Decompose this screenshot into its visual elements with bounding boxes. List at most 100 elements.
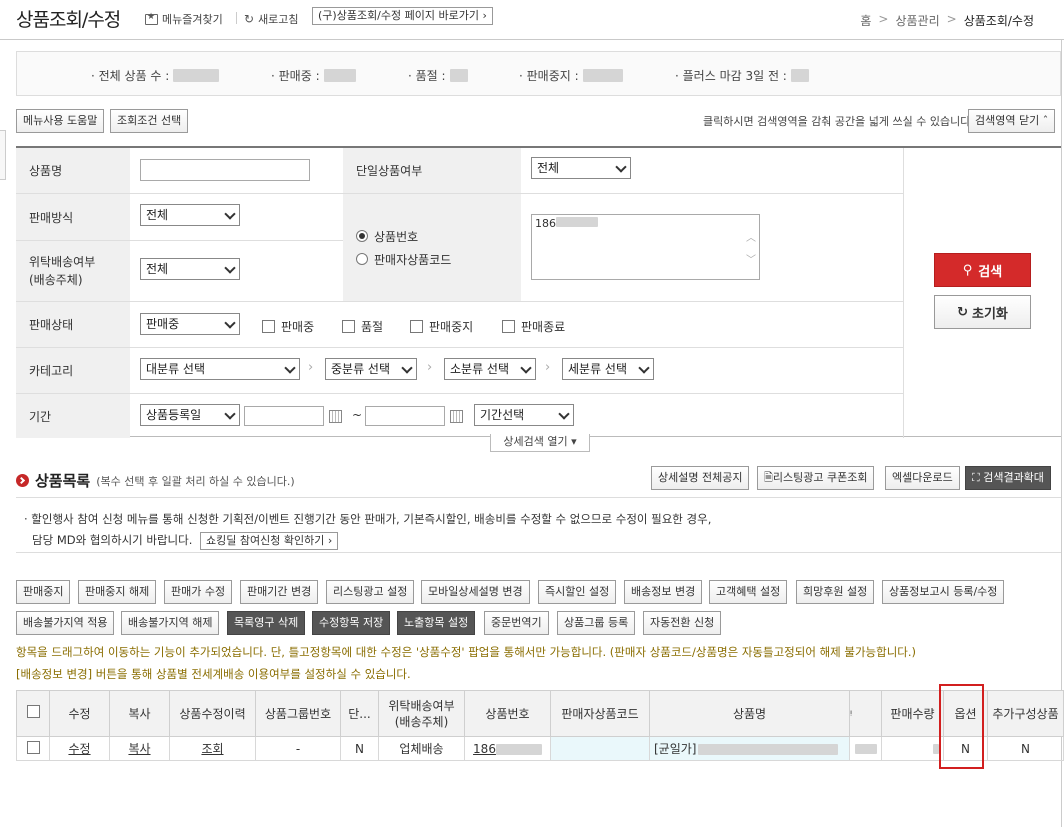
col-seller-code[interactable]: 판매자상품코드	[550, 690, 650, 737]
radio-product-no[interactable]: 상품번호	[356, 228, 418, 245]
calendar-icon[interactable]	[329, 410, 342, 423]
scroll-up-icon[interactable]: ︿	[746, 229, 756, 244]
calendar-icon[interactable]	[450, 410, 463, 423]
action-release-restricted-area[interactable]: 배송불가지역 해제	[121, 611, 220, 635]
summary-soldout: · 품절 :	[408, 67, 468, 84]
product-name-input[interactable]	[140, 159, 310, 181]
action-change-period[interactable]: 판매기간 변경	[240, 580, 319, 604]
row-select-cell[interactable]	[16, 736, 50, 761]
action-display-columns[interactable]: 노출항목 설정	[397, 611, 476, 635]
category-mid-select[interactable]: 중분류 선택	[325, 358, 417, 380]
action-product-info-notice[interactable]: 상품정보고시 등록/수정	[882, 580, 1005, 604]
old-page-link-button[interactable]: (구)상품조회/수정 페이지 바로가기 ›	[312, 7, 493, 25]
sale-method-select[interactable]: 전체	[140, 204, 240, 226]
date-tilde: ~	[352, 408, 363, 422]
select-all-checkbox[interactable]	[26, 705, 40, 718]
row-history-link[interactable]: 조회	[201, 742, 223, 756]
product-no-textarea[interactable]: 186 ︿ ﹀	[531, 214, 760, 280]
row-product-name[interactable]: [균일가]	[649, 736, 850, 761]
detail-search-label: 상세검색 열기	[503, 435, 568, 448]
category-detail-select[interactable]: 세분류 선택	[562, 358, 654, 380]
consign-select[interactable]: 전체	[140, 258, 240, 280]
expand-results-button[interactable]: ⛶ 검색결과확대	[965, 466, 1051, 490]
period-type-select[interactable]: 상품등록일	[140, 404, 240, 426]
col-edit-history[interactable]: 상품수정이력	[169, 690, 256, 737]
start-date-input[interactable]	[244, 406, 324, 426]
select-all-cell[interactable]	[16, 690, 50, 737]
row-product-no-link[interactable]: 186	[473, 742, 542, 756]
col-group-no[interactable]: 상품그룹번호	[255, 690, 341, 737]
checkbox[interactable]	[410, 320, 423, 333]
action-register-group[interactable]: 상품그룹 등록	[557, 611, 636, 635]
category-large-select[interactable]: 대분류 선택	[140, 358, 300, 380]
radio-button[interactable]	[356, 253, 368, 265]
action-apply-restricted-area[interactable]: 배송불가지역 적용	[16, 611, 115, 635]
action-listing-ad[interactable]: 리스팅광고 설정	[326, 580, 415, 604]
action-save-edits[interactable]: 수정항목 저장	[312, 611, 391, 635]
col-edit[interactable]: 수정	[49, 690, 110, 737]
checkbox[interactable]	[342, 320, 355, 333]
action-auto-convert[interactable]: 자동전환 신청	[643, 611, 722, 635]
action-resume-sale[interactable]: 판매중지 해제	[78, 580, 157, 604]
row-sale-qty[interactable]	[881, 736, 944, 761]
radio-button[interactable]	[356, 230, 368, 242]
col-hidden[interactable]: ᵎ	[849, 690, 882, 737]
summary-selling: · 판매중 :	[271, 67, 356, 84]
col-product-name[interactable]: 상품명	[649, 690, 850, 737]
sale-status-select[interactable]: 판매중	[140, 313, 240, 335]
detail-search-toggle[interactable]: 상세검색 열기 ▾	[490, 434, 590, 452]
breadcrumb-home[interactable]: 홈	[860, 12, 871, 29]
status-check-ended[interactable]: 판매종료	[502, 318, 565, 335]
row-seller-code[interactable]	[550, 736, 650, 761]
row-copy-link[interactable]: 복사	[128, 742, 150, 756]
action-sponsorship[interactable]: 희망후원 설정	[796, 580, 875, 604]
action-instant-discount[interactable]: 즉시할인 설정	[538, 580, 617, 604]
action-customer-benefit[interactable]: 고객혜택 설정	[709, 580, 788, 604]
col-product-no[interactable]: 상품번호	[464, 690, 551, 737]
row-hidden-value	[849, 736, 882, 761]
breadcrumb-product-mgmt[interactable]: 상품관리	[895, 12, 939, 29]
side-panel-handle[interactable]	[0, 130, 6, 180]
end-date-input[interactable]	[365, 406, 445, 426]
refresh-icon: ↻	[244, 12, 255, 26]
summary-plus: · 플러스 마감 3일 전 :	[675, 67, 809, 84]
single-product-select[interactable]: 전체	[531, 157, 631, 179]
refresh-button[interactable]: ↻ 새로고침	[244, 11, 299, 27]
col-consign-line1: 위탁배송여부	[388, 698, 455, 713]
checkbox[interactable]	[262, 320, 275, 333]
period-preset-select[interactable]: 기간선택	[474, 404, 574, 426]
col-single[interactable]: 단...	[340, 690, 379, 737]
status-check-selling[interactable]: 판매중	[262, 318, 314, 335]
action-shipping-info[interactable]: 배송정보 변경	[624, 580, 703, 604]
excel-download-button[interactable]: 엑셀다운로드	[885, 466, 960, 490]
radio-seller-code[interactable]: 판매자상품코드	[356, 251, 451, 268]
favorite-menu-label: 메뉴즐겨찾기	[162, 13, 223, 26]
scroll-down-icon[interactable]: ﹀	[746, 251, 756, 266]
query-condition-button[interactable]: 조회조건 선택	[110, 109, 189, 133]
shocking-deal-button[interactable]: 쇼킹딜 참여신청 확인하기 ›	[200, 532, 339, 550]
row-edit-link[interactable]: 수정	[68, 742, 90, 756]
search-button[interactable]: ⚲ 검색	[934, 253, 1031, 287]
col-consign[interactable]: 위탁배송여부 (배송주체)	[378, 690, 465, 737]
status-check-label: 품절	[361, 320, 384, 334]
col-addon[interactable]: 추가구성상품	[987, 690, 1064, 737]
col-copy[interactable]: 복사	[109, 690, 170, 737]
action-stop-sale[interactable]: 판매중지	[16, 580, 71, 604]
col-sale-qty[interactable]: 판매수량	[881, 690, 944, 737]
reset-button[interactable]: ↻ 초기화	[934, 295, 1031, 329]
detail-notice-button[interactable]: 상세설명 전체공지	[651, 466, 750, 490]
action-mobile-detail[interactable]: 모바일상세설명 변경	[421, 580, 530, 604]
category-small-select[interactable]: 소분류 선택	[444, 358, 536, 380]
checkbox[interactable]	[502, 320, 515, 333]
row-checkbox[interactable]	[26, 740, 40, 754]
menu-help-button[interactable]: 메뉴사용 도움말	[16, 109, 105, 133]
status-check-soldout[interactable]: 품절	[342, 318, 383, 335]
action-edit-price[interactable]: 판매가 수정	[164, 580, 233, 604]
action-chinese-translator[interactable]: 중문번역기	[484, 611, 549, 635]
status-check-stopped[interactable]: 판매중지	[410, 318, 473, 335]
listing-ad-coupon-button[interactable]: 🗎리스팅광고 쿠폰조회	[757, 466, 875, 490]
favorite-menu-button[interactable]: 메뉴즐겨찾기	[145, 11, 223, 27]
action-permanent-delete[interactable]: 목록영구 삭제	[227, 611, 306, 635]
row-divider	[16, 193, 903, 194]
collapse-search-button[interactable]: 검색영역 닫기 ˆ	[968, 109, 1056, 133]
